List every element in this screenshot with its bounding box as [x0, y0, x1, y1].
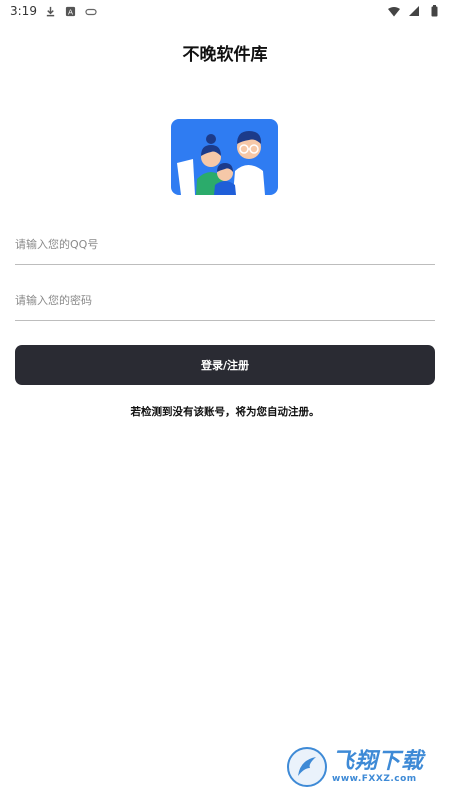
signal-icon	[408, 5, 420, 17]
wifi-icon	[388, 5, 400, 17]
qq-field[interactable]	[15, 225, 435, 265]
watermark-url: www.FXXZ.com	[332, 774, 417, 784]
password-input[interactable]	[15, 281, 435, 320]
auto-register-hint: 若检测到没有该账号，将为您自动注册。	[130, 406, 320, 418]
font-icon: A	[65, 5, 77, 17]
watermark: 飞翔下载 www.FXXZ.com	[286, 744, 438, 790]
password-field[interactable]	[15, 281, 435, 321]
gamepad-icon	[85, 5, 97, 17]
svg-text:A: A	[68, 7, 73, 16]
watermark-brand: 飞翔下载	[332, 749, 425, 774]
download-icon	[45, 5, 57, 17]
watermark-text: 飞翔下载 www.FXXZ.com	[332, 749, 425, 785]
app-logo	[171, 119, 278, 195]
status-right	[388, 5, 440, 17]
status-left: 3:19 A	[10, 4, 97, 18]
status-time: 3:19	[10, 4, 37, 18]
battery-icon	[428, 5, 440, 17]
status-bar: 3:19 A	[0, 0, 450, 22]
family-illustration-icon	[171, 119, 278, 195]
fxxz-logo-icon	[287, 747, 327, 787]
page-title: 不晚软件库	[182, 45, 268, 65]
login-register-button[interactable]: 登录/注册	[15, 345, 435, 385]
qq-input[interactable]	[15, 225, 435, 264]
